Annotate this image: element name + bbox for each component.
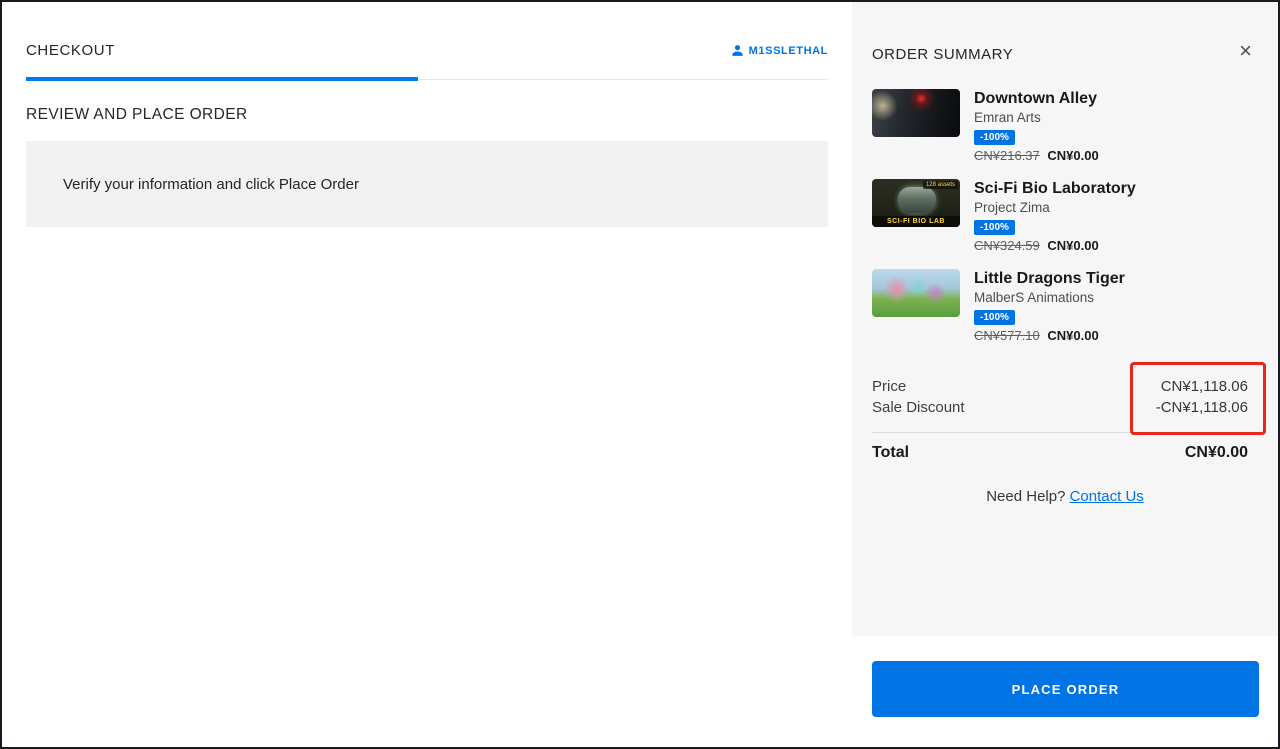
- sale-discount-row: Sale Discount -CN¥1,118.06: [872, 397, 1248, 418]
- thumbnail-caption: SCI-FI BIO LAB: [872, 216, 960, 227]
- info-box: Verify your information and click Place …: [26, 141, 828, 227]
- item-author: Emran Arts: [974, 110, 1041, 125]
- place-order-button[interactable]: PLACE ORDER: [872, 661, 1259, 717]
- item-thumbnail: 128 assets SCI-FI BIO LAB: [872, 179, 960, 227]
- list-item: Downtown Alley Emran Arts -100% CN¥216.3…: [872, 89, 1260, 164]
- item-prices: CN¥577.10 CN¥0.00: [974, 328, 1125, 344]
- list-item: 128 assets SCI-FI BIO LAB Sci-Fi Bio Lab…: [872, 179, 1260, 254]
- item-title: Sci-Fi Bio Laboratory: [974, 180, 1136, 197]
- item-info: Downtown Alley Emran Arts -100% CN¥216.3…: [974, 89, 1099, 164]
- checkout-pane: CHECKOUT M1SSLETHAL REVIEW AND PLACE ORD…: [2, 2, 852, 747]
- total-row: Total CN¥0.00: [872, 444, 1248, 462]
- checkout-header: CHECKOUT M1SSLETHAL: [26, 2, 828, 81]
- final-price: CN¥0.00: [1047, 328, 1099, 343]
- user-icon: [732, 45, 743, 56]
- order-summary-panel: ORDER SUMMARY × Downtown Alley Emran Art…: [852, 2, 1278, 747]
- help-text: Need Help?: [986, 488, 1066, 505]
- sale-discount-label: Sale Discount: [872, 399, 965, 416]
- username: M1SSLETHAL: [748, 44, 828, 57]
- order-summary-title: ORDER SUMMARY: [872, 46, 1014, 63]
- final-price: CN¥0.00: [1047, 148, 1099, 163]
- help-row: Need Help? Contact Us: [852, 488, 1278, 505]
- active-tab-indicator: [26, 77, 418, 81]
- original-price: CN¥324.59: [974, 238, 1040, 253]
- asset-count-badge: 128 assets: [922, 181, 958, 189]
- page-title: REVIEW AND PLACE ORDER: [26, 106, 248, 123]
- summary-footer: PLACE ORDER: [852, 636, 1278, 747]
- divider: [872, 432, 1260, 433]
- discount-badge: -100%: [974, 220, 1015, 235]
- contact-us-link[interactable]: Contact Us: [1070, 488, 1144, 505]
- price-value: CN¥1,118.06: [1160, 378, 1248, 395]
- item-info: Little Dragons Tiger MalberS Animations …: [974, 269, 1125, 344]
- final-price: CN¥0.00: [1047, 238, 1099, 253]
- item-thumbnail: [872, 89, 960, 137]
- checkout-window: CHECKOUT M1SSLETHAL REVIEW AND PLACE ORD…: [0, 0, 1280, 749]
- user-badge[interactable]: M1SSLETHAL: [731, 44, 828, 57]
- info-message: Verify your information and click Place …: [63, 175, 359, 193]
- item-prices: CN¥216.37 CN¥0.00: [974, 148, 1099, 164]
- totals-section: Price CN¥1,118.06 Sale Discount -CN¥1,11…: [872, 376, 1248, 418]
- total-value: CN¥0.00: [1184, 444, 1248, 461]
- sale-discount-value: -CN¥1,118.06: [1155, 399, 1248, 416]
- original-price: CN¥216.37: [974, 148, 1040, 163]
- item-prices: CN¥324.59 CN¥0.00: [974, 238, 1136, 254]
- total-label: Total: [872, 444, 910, 461]
- discount-badge: -100%: [974, 130, 1015, 145]
- tab-checkout[interactable]: CHECKOUT: [26, 42, 115, 59]
- item-info: Sci-Fi Bio Laboratory Project Zima -100%…: [974, 179, 1136, 254]
- order-items-list: Downtown Alley Emran Arts -100% CN¥216.3…: [872, 89, 1260, 344]
- item-title: Downtown Alley: [974, 90, 1097, 107]
- list-item: Little Dragons Tiger MalberS Animations …: [872, 269, 1260, 344]
- item-author: Project Zima: [974, 200, 1050, 215]
- price-label: Price: [872, 378, 907, 395]
- original-price: CN¥577.10: [974, 328, 1040, 343]
- item-title: Little Dragons Tiger: [974, 270, 1125, 287]
- discount-badge: -100%: [974, 310, 1015, 325]
- item-author: MalberS Animations: [974, 290, 1095, 305]
- item-thumbnail: [872, 269, 960, 317]
- close-icon[interactable]: ×: [1239, 40, 1252, 62]
- price-row: Price CN¥1,118.06: [872, 376, 1248, 397]
